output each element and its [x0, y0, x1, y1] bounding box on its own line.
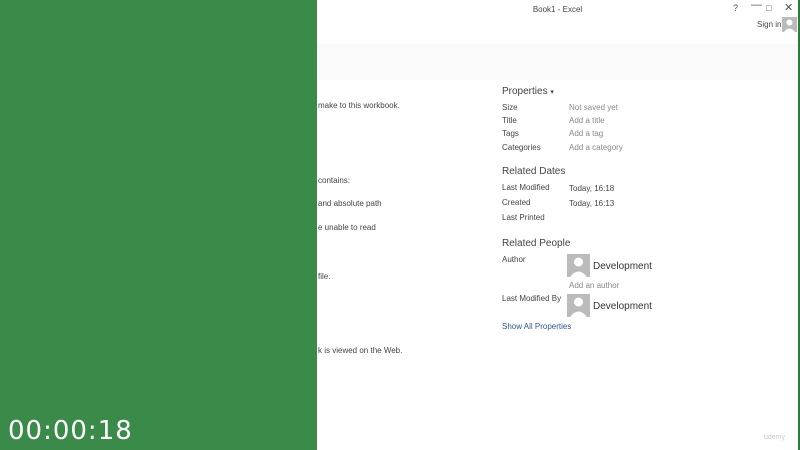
- related-people-heading: Related People: [502, 238, 571, 249]
- property-label: Size: [502, 103, 518, 112]
- property-label: Title: [502, 116, 517, 125]
- udemy-watermark: udemy: [764, 434, 786, 441]
- properties-heading[interactable]: Properties ▾: [502, 86, 554, 97]
- window-title: Book1 - Excel: [532, 5, 583, 14]
- video-timer: 00:00:18: [8, 416, 133, 446]
- backstage-header-strip: [317, 44, 798, 80]
- user-avatar-icon[interactable]: [782, 17, 797, 32]
- info-text-fragment: e unable to read: [318, 223, 376, 232]
- tags-field[interactable]: Add a tag: [569, 129, 603, 138]
- property-value: Not saved yet: [569, 103, 618, 112]
- date-label: Created: [502, 198, 531, 207]
- help-button[interactable]: ?: [733, 3, 738, 13]
- date-label: Last Modified: [502, 183, 550, 192]
- info-text-fragment: make to this workbook.: [318, 101, 400, 110]
- info-text-fragment: k is viewed on the Web.: [318, 346, 403, 355]
- info-text-fragment: and absolute path: [318, 199, 382, 208]
- minimize-button[interactable]: —: [751, 0, 762, 11]
- categories-field[interactable]: Add a category: [569, 143, 623, 152]
- date-value: Today, 16:18: [569, 184, 615, 193]
- author-avatar-icon: [567, 254, 590, 277]
- info-text-fragment: file.: [318, 272, 331, 281]
- chevron-down-icon: ▾: [550, 89, 554, 96]
- maximize-button[interactable]: □: [766, 3, 771, 13]
- show-all-properties-link[interactable]: Show All Properties: [502, 322, 571, 331]
- modifier-avatar-icon: [567, 294, 590, 317]
- author-label: Author: [502, 255, 526, 264]
- related-dates-heading: Related Dates: [502, 166, 566, 177]
- date-value: Today, 16:13: [569, 199, 615, 208]
- add-author-field[interactable]: Add an author: [569, 281, 619, 290]
- info-text-fragment: contains:: [318, 176, 351, 185]
- close-button[interactable]: ✕: [784, 1, 793, 14]
- properties-heading-label: Properties: [502, 86, 548, 97]
- sign-in-link[interactable]: Sign in: [757, 20, 781, 29]
- author-name[interactable]: Development: [593, 261, 652, 272]
- last-modified-by-name[interactable]: Development: [593, 301, 652, 312]
- property-label: Tags: [502, 129, 519, 138]
- green-overlay-panel: [0, 0, 317, 450]
- date-label: Last Printed: [502, 213, 545, 222]
- property-label: Categories: [502, 143, 541, 152]
- title-field[interactable]: Add a title: [569, 116, 605, 125]
- last-modified-by-label: Last Modified By: [502, 294, 562, 303]
- title-bar: Book1 - Excel ? — □ ✕: [317, 0, 798, 26]
